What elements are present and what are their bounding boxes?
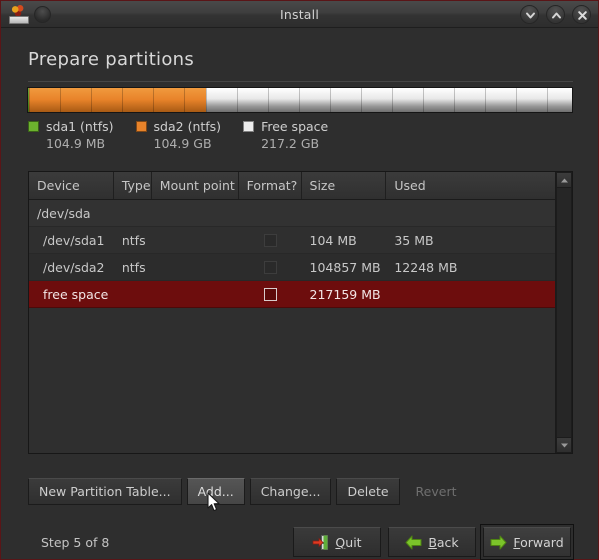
format-checkbox[interactable] — [263, 287, 277, 301]
revert-button: Revert — [415, 484, 457, 499]
legend-item-sda2: sda2 (ntfs) 104.9 GB — [135, 119, 222, 151]
forward-rest: orward — [520, 534, 564, 550]
table-row[interactable]: /dev/sda — [29, 200, 556, 227]
install-window: Install Prepare partitions sda1 (ntfs) 1… — [0, 0, 599, 560]
legend-item-sda1: sda1 (ntfs) 104.9 MB — [28, 119, 114, 151]
page-title: Prepare partitions — [28, 49, 195, 70]
cell-device: free space — [43, 286, 109, 302]
legend-size-free: 217.2 GB — [261, 136, 320, 151]
legend-label-free: Free space — [261, 119, 329, 134]
cell-device: /dev/sda1 — [43, 232, 105, 248]
back-button-label: Back — [428, 535, 458, 550]
scroll-up-arrow-icon — [560, 178, 568, 182]
scroll-down-button[interactable] — [556, 437, 572, 453]
table-row[interactable]: /dev/sda2 ntfs 104857 MB 12248 MB — [29, 254, 556, 281]
column-header-used[interactable]: Used — [386, 172, 556, 199]
column-header-mount-point[interactable]: Mount point — [151, 172, 239, 199]
legend-size-sda2: 104.9 GB — [153, 136, 212, 151]
legend-item-free: Free space 217.2 GB — [243, 119, 328, 151]
legend-swatch-free — [243, 121, 255, 132]
forward-button-label: Forward — [513, 535, 563, 550]
change-button[interactable]: Change... — [249, 478, 332, 505]
chevron-down-icon — [526, 12, 535, 19]
minimize-button[interactable] — [520, 5, 539, 24]
column-header-size[interactable]: Size — [301, 172, 387, 199]
partition-legend: sda1 (ntfs) 104.9 MB sda2 (ntfs) 104.9 G… — [28, 119, 350, 151]
cell-type: ntfs — [121, 259, 146, 275]
cell-size: 217159 MB — [309, 286, 381, 302]
partition-usage-bar — [27, 87, 573, 113]
cell-size: 104857 MB — [309, 259, 381, 275]
arrow-left-icon — [405, 535, 422, 549]
close-button[interactable] — [572, 5, 591, 24]
title-divider — [28, 81, 573, 82]
maximize-button[interactable] — [546, 5, 565, 24]
close-x-icon — [578, 11, 587, 20]
new-partition-table-button[interactable]: New Partition Table... — [28, 478, 182, 505]
chevron-up-icon — [552, 12, 561, 19]
cell-format[interactable] — [239, 287, 302, 301]
cell-format[interactable] — [239, 260, 302, 274]
column-header-device[interactable]: Device — [29, 172, 114, 199]
quit-button-label: Quit — [335, 535, 361, 550]
format-checkbox[interactable] — [263, 260, 277, 274]
quit-button[interactable]: Quit — [293, 527, 381, 557]
table-vertical-scrollbar[interactable] — [555, 172, 572, 453]
delete-button[interactable]: Delete — [336, 478, 400, 505]
forward-button[interactable]: Forward — [480, 524, 574, 560]
cell-device: /dev/sda2 — [43, 259, 105, 275]
cell-used: 12248 MB — [394, 259, 458, 275]
table-header-row: Device Type Mount point Format? Size Use… — [29, 172, 556, 200]
scroll-down-arrow-icon — [560, 443, 568, 447]
legend-size-sda1: 104.9 MB — [46, 136, 106, 151]
legend-label-sda1: sda1 (ntfs) — [46, 119, 114, 134]
back-rest: ack — [436, 534, 459, 550]
column-header-type[interactable]: Type — [113, 172, 152, 199]
table-empty-area — [29, 308, 556, 453]
add-button[interactable]: Add... — [186, 478, 245, 505]
title-bar[interactable]: Install — [1, 1, 598, 28]
scroll-up-button[interactable] — [556, 172, 572, 188]
cell-used: 35 MB — [394, 232, 434, 248]
legend-label-sda2: sda2 (ntfs) — [153, 119, 222, 134]
quit-rest: uit — [345, 534, 362, 550]
window-title: Install — [279, 7, 320, 22]
back-mnemonic: B — [428, 534, 437, 550]
legend-swatch-sda2 — [135, 121, 147, 132]
window-controls — [520, 5, 591, 24]
quit-mnemonic: Q — [335, 534, 346, 550]
table-row[interactable]: free space 217159 MB — [29, 281, 556, 308]
scrollbar-track[interactable] — [556, 188, 572, 437]
quit-door-icon — [313, 534, 329, 550]
column-header-format[interactable]: Format? — [238, 172, 302, 199]
partition-segment-free — [205, 88, 572, 112]
arrow-right-icon — [490, 535, 507, 549]
content-area: Prepare partitions sda1 (ntfs) 104.9 MB … — [1, 28, 598, 560]
partition-table: Device Type Mount point Format? Size Use… — [28, 171, 573, 454]
cell-format[interactable] — [239, 233, 302, 247]
format-checkbox[interactable] — [263, 233, 277, 247]
step-indicator: Step 5 of 8 — [41, 535, 110, 550]
back-button[interactable]: Back — [388, 527, 476, 557]
navigation-buttons: Quit Back Forward — [293, 524, 574, 560]
partition-segment-sda2 — [28, 88, 207, 112]
table-row[interactable]: /dev/sda1 ntfs 104 MB 35 MB — [29, 227, 556, 254]
partition-action-buttons: New Partition Table... Add... Change... … — [28, 478, 468, 505]
partition-table-body: Device Type Mount point Format? Size Use… — [29, 172, 556, 453]
legend-swatch-sda1 — [28, 121, 39, 132]
cell-type: ntfs — [121, 232, 146, 248]
cell-size: 104 MB — [309, 232, 357, 248]
cell-device: /dev/sda — [37, 205, 91, 221]
